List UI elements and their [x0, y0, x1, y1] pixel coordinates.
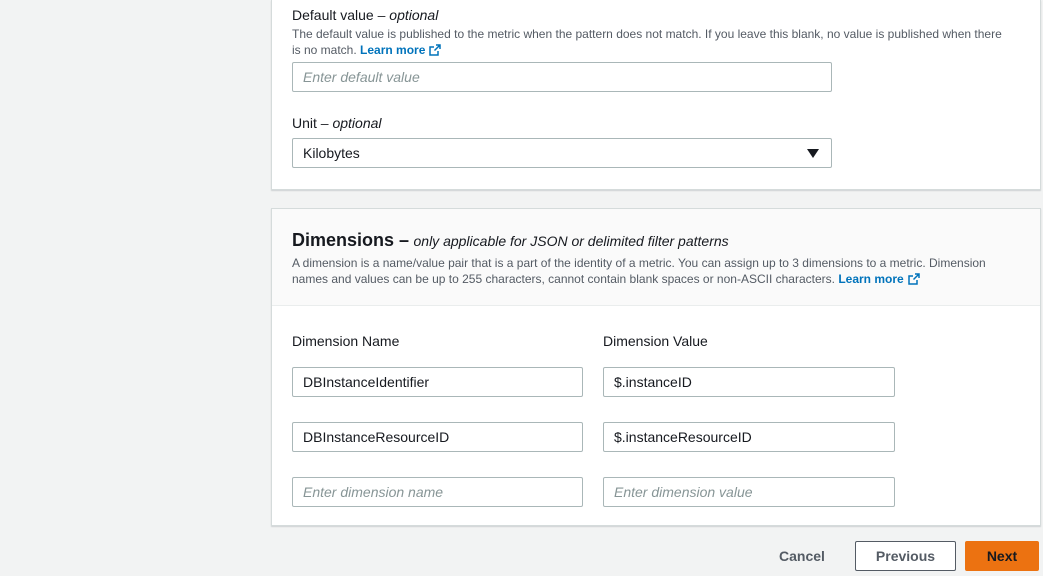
dimension-name-header: Dimension Name	[292, 333, 400, 349]
external-link-icon	[429, 44, 442, 56]
dimension-name-input[interactable]: DBInstanceResourceID	[292, 422, 583, 452]
unit-label: Unit – optional	[292, 115, 382, 131]
default-value-learn-more-link[interactable]: Learn more	[360, 43, 442, 57]
default-value-description: The default value is published to the me…	[292, 27, 1002, 57]
default-value-input[interactable]: Enter default value	[292, 62, 832, 92]
dimensions-learn-more-link[interactable]: Learn more	[838, 272, 920, 286]
new-dimension-name-input[interactable]: Enter dimension name	[292, 477, 583, 507]
external-link-icon	[907, 273, 920, 285]
dimensions-title: Dimensions – only applicable for JSON or…	[292, 230, 729, 250]
unit-select[interactable]: Kilobytes	[292, 138, 832, 168]
metric-details-panel: Default value – optional The default val…	[271, 0, 1041, 190]
dimensions-description: A dimension is a name/value pair that is…	[292, 256, 986, 286]
unit-selected-value: Kilobytes	[303, 145, 360, 161]
new-dimension-value-input[interactable]: Enter dimension value	[603, 477, 895, 507]
cancel-button[interactable]: Cancel	[765, 541, 839, 571]
dimensions-panel: Dimensions – only applicable for JSON or…	[271, 208, 1041, 526]
caret-down-icon	[807, 149, 819, 158]
dimensions-header: Dimensions – only applicable for JSON or…	[272, 209, 1040, 306]
dimension-name-input[interactable]: DBInstanceIdentifier	[292, 367, 583, 397]
default-value-label: Default value – optional	[292, 7, 439, 23]
left-gutter	[0, 0, 271, 576]
dimension-value-input[interactable]: $.instanceResourceID	[603, 422, 895, 452]
dimension-value-header: Dimension Value	[603, 333, 708, 349]
previous-button[interactable]: Previous	[855, 541, 956, 571]
dimension-value-input[interactable]: $.instanceID	[603, 367, 895, 397]
next-button[interactable]: Next	[965, 541, 1039, 571]
